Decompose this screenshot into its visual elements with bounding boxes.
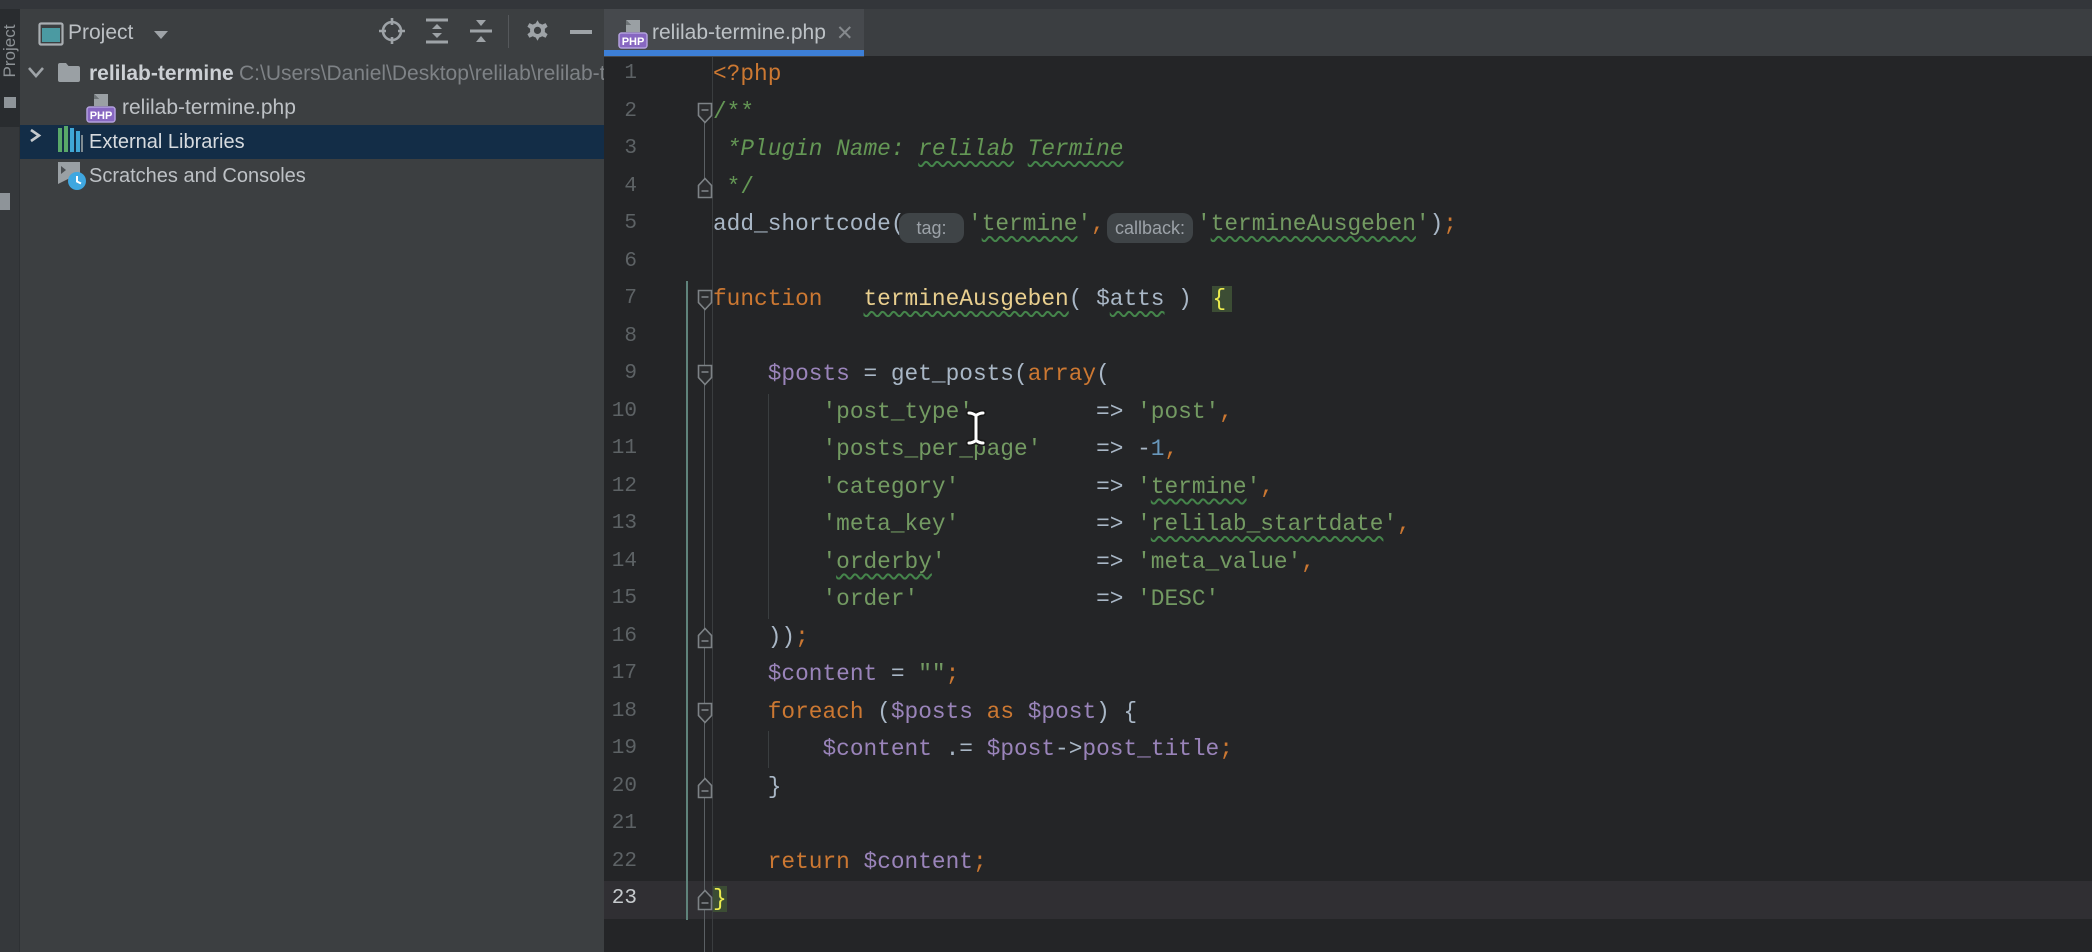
svg-text:PHP: PHP	[90, 110, 113, 122]
svg-text:PHP: PHP	[622, 36, 645, 48]
